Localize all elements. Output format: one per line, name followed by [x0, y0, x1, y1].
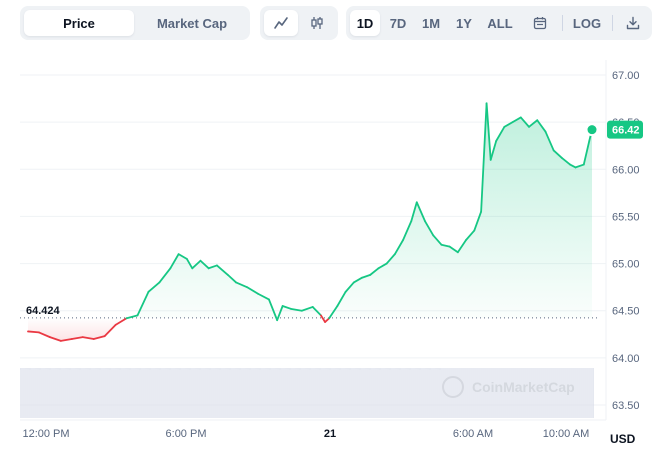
current-price-badge: 66.42 [607, 120, 643, 139]
y-tick-label: 65.00 [612, 259, 640, 271]
y-tick-label: 64.50 [612, 306, 640, 318]
x-axis: 12:00 PM 6:00 PM 21 6:00 AM 10:00 AM [22, 428, 589, 440]
current-price-dot [585, 123, 599, 137]
x-tick-label: 10:00 AM [543, 428, 589, 440]
y-tick-label: 64.00 [612, 353, 640, 365]
x-tick-label: 12:00 PM [22, 428, 69, 440]
price-area-fill [28, 103, 592, 318]
watermark-logo: CoinMarketCap [472, 379, 575, 395]
y-tick-label: 63.50 [612, 400, 640, 412]
y-tick-label: 67.00 [612, 70, 640, 82]
x-tick-label: 21 [324, 428, 336, 440]
y-tick-label: 65.50 [612, 211, 640, 223]
below-reference-fill [28, 317, 592, 341]
x-tick-label: 6:00 AM [453, 428, 493, 440]
y-tick-label: 66.00 [612, 164, 640, 176]
reference-price-label: 64.424 [26, 305, 61, 317]
current-price-label: 66.42 [612, 125, 640, 137]
currency-label: USD [610, 432, 636, 446]
price-line-segment [27, 330, 40, 334]
price-chart[interactable]: CoinMarketCap 64.424 67.0066.5066.0065.5… [0, 0, 663, 461]
x-tick-label: 6:00 PM [166, 428, 207, 440]
